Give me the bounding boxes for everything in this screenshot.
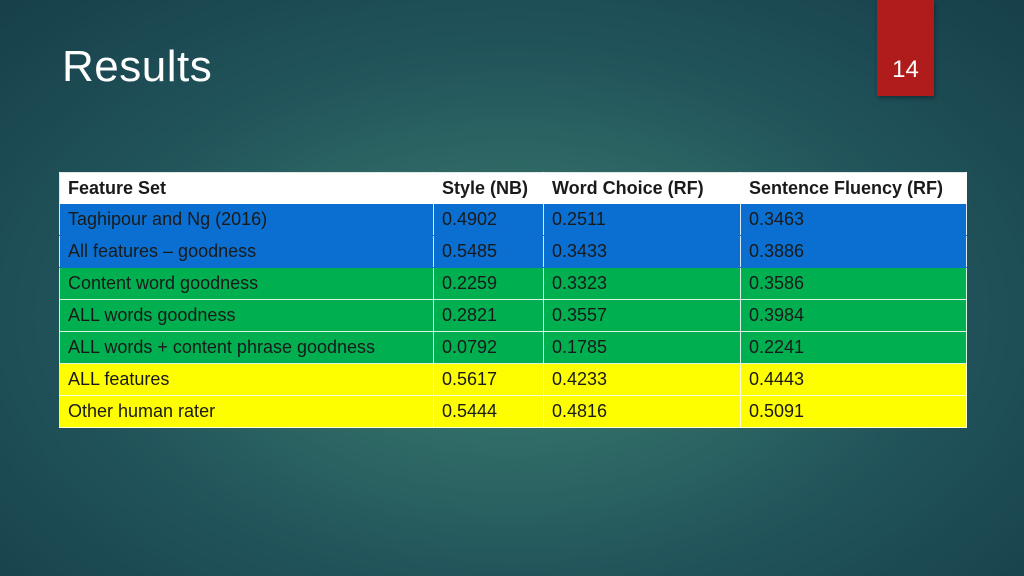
style-cell: 0.2259 (433, 267, 544, 300)
feature-set-cell: ALL words + content phrase goodness (59, 331, 434, 364)
word-choice-cell: 0.3323 (543, 267, 741, 300)
results-table: Feature Set Style (NB) Word Choice (RF) … (59, 172, 967, 428)
sentence-fluency-cell: 0.3984 (740, 299, 967, 332)
style-cell: 0.5617 (433, 363, 544, 396)
header-sentence-fluency-rf: Sentence Fluency (RF) (740, 172, 967, 204)
style-cell: 0.5485 (433, 235, 544, 268)
style-cell: 0.5444 (433, 395, 544, 428)
sentence-fluency-cell: 0.4443 (740, 363, 967, 396)
style-cell: 0.0792 (433, 331, 544, 364)
feature-set-cell: Content word goodness (59, 267, 434, 300)
table-row: ALL features 0.5617 0.4233 0.4443 (59, 363, 967, 396)
feature-set-cell: Other human rater (59, 395, 434, 428)
table-row: ALL words + content phrase goodness 0.07… (59, 331, 967, 364)
word-choice-cell: 0.2511 (543, 203, 741, 236)
slide-title: Results (62, 42, 213, 91)
table-row: Content word goodness 0.2259 0.3323 0.35… (59, 267, 967, 300)
style-cell: 0.2821 (433, 299, 544, 332)
page-number: 14 (892, 56, 919, 83)
feature-set-cell: ALL words goodness (59, 299, 434, 332)
sentence-fluency-cell: 0.5091 (740, 395, 967, 428)
table-header-row: Feature Set Style (NB) Word Choice (RF) … (59, 172, 967, 204)
sentence-fluency-cell: 0.2241 (740, 331, 967, 364)
word-choice-cell: 0.3433 (543, 235, 741, 268)
page-number-tab: 14 (877, 0, 934, 96)
feature-set-cell: Taghipour and Ng (2016) (59, 203, 434, 236)
sentence-fluency-cell: 0.3586 (740, 267, 967, 300)
table-row: All features – goodness 0.5485 0.3433 0.… (59, 235, 967, 268)
word-choice-cell: 0.3557 (543, 299, 741, 332)
header-feature-set: Feature Set (59, 172, 434, 204)
feature-set-cell: All features – goodness (59, 235, 434, 268)
sentence-fluency-cell: 0.3886 (740, 235, 967, 268)
word-choice-cell: 0.4816 (543, 395, 741, 428)
word-choice-cell: 0.4233 (543, 363, 741, 396)
sentence-fluency-cell: 0.3463 (740, 203, 967, 236)
table-row: Taghipour and Ng (2016) 0.4902 0.2511 0.… (59, 203, 967, 236)
table-row: Other human rater 0.5444 0.4816 0.5091 (59, 395, 967, 428)
word-choice-cell: 0.1785 (543, 331, 741, 364)
header-style-nb: Style (NB) (433, 172, 544, 204)
style-cell: 0.4902 (433, 203, 544, 236)
header-word-choice-rf: Word Choice (RF) (543, 172, 741, 204)
table-row: ALL words goodness 0.2821 0.3557 0.3984 (59, 299, 967, 332)
feature-set-cell: ALL features (59, 363, 434, 396)
